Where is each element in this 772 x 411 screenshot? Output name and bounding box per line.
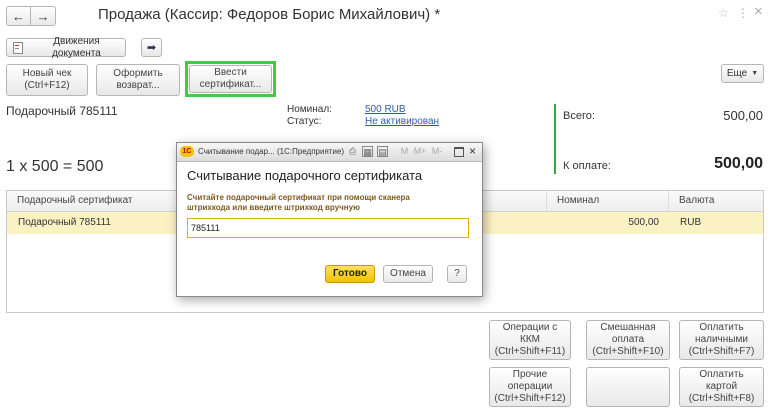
enter-certificate-label-2: сертификат... [199, 79, 262, 90]
row-nominal-cell: 500,00 [628, 217, 659, 228]
status-label: Статус: [287, 116, 322, 127]
make-return-label: Оформить [113, 68, 163, 79]
cancel-label: Отмена [390, 268, 426, 279]
help-label: ? [454, 268, 460, 279]
dialog-heading: Считывание подарочного сертификата [187, 168, 423, 183]
app-logo-icon: 1С [180, 146, 194, 157]
make-return-label-2: возврат... [116, 80, 160, 91]
memory-minus-icon[interactable]: M- [430, 146, 444, 157]
print-icon[interactable]: ⎙ [347, 146, 358, 157]
totals-divider [554, 104, 556, 174]
table-icon[interactable]: ▦ [362, 146, 373, 157]
maximize-icon[interactable] [453, 146, 464, 157]
document-icon [13, 41, 23, 54]
new-check-label: Новый чек [22, 68, 72, 79]
nominal-value-link[interactable]: 500 RUB [365, 104, 406, 115]
calendar-icon[interactable]: ▤ [377, 146, 388, 157]
enter-certificate-button[interactable]: Ввести сертификат... [189, 65, 272, 93]
back-button[interactable]: ← [6, 6, 31, 26]
ok-label: Готово [332, 268, 368, 279]
to-pay-value: 500,00 [714, 155, 763, 172]
pay-cash-shortcut: (Ctrl+Shift+F7) [688, 346, 755, 357]
post-document-button[interactable]: ➡ [141, 38, 162, 57]
total-label: Всего: [563, 110, 595, 122]
mixed-payment-shortcut: (Ctrl+Shift+F10) [592, 346, 664, 357]
forward-arrow-icon: → [36, 8, 50, 24]
kkm-operations-label: Операции с [502, 322, 558, 333]
more-label: Еще [726, 67, 748, 79]
pay-card-label: Оплатить [699, 369, 744, 380]
barcode-input[interactable]: 785111 [187, 218, 469, 238]
favorite-star-icon[interactable]: ☆ [718, 6, 729, 20]
other-operations-shortcut: (Ctrl+Shift+F12) [494, 393, 566, 404]
back-arrow-icon: ← [12, 8, 25, 24]
pay-cash-label: Оплатить [699, 322, 744, 333]
mixed-payment-label: Смешанная [600, 322, 656, 333]
item-calc: 1 x 500 = 500 [6, 158, 104, 175]
more-menu-icon[interactable]: ⋮ [737, 6, 749, 20]
dialog-hint-line-2: штрихкода или введите штрихкод вручную [187, 203, 360, 212]
dialog-close-icon[interactable]: × [467, 145, 478, 157]
other-operations-label: Прочие [512, 369, 548, 380]
close-icon[interactable]: × [754, 3, 763, 20]
row-currency-cell: RUB [680, 217, 702, 228]
document-movements-label: Движения документа [52, 35, 101, 59]
pay-cash-button[interactable]: Оплатить наличными (Ctrl+Shift+F7) [679, 320, 764, 360]
column-header-nominal[interactable]: Номинал [547, 190, 669, 212]
total-value: 500,00 [723, 108, 763, 123]
certificate-scan-dialog: 1С Считывание подар... (1С:Предприятие) … [176, 142, 483, 297]
more-button[interactable]: Еще ▼ [721, 64, 764, 83]
new-check-button[interactable]: Новый чек (Ctrl+F12) [6, 64, 88, 96]
memory-plus-icon[interactable]: M+ [413, 146, 427, 157]
document-movements-button[interactable]: Движения документа [6, 35, 126, 59]
column-header-currency[interactable]: Валюта [669, 190, 763, 212]
dialog-hint-line-1: Считайте подарочный сертификат при помощ… [187, 193, 410, 202]
window-title: Продажа (Кассир: Федоров Борис Михайлови… [98, 6, 441, 23]
dialog-titlebar: 1С Считывание подар... (1С:Предприятие) … [177, 143, 482, 162]
to-pay-label: К оплате: [563, 160, 611, 172]
status-value-link[interactable]: Не активирован [365, 116, 439, 127]
item-name: Подарочный 785111 [6, 104, 118, 118]
make-return-button[interactable]: Оформить возврат... [96, 64, 180, 96]
other-operations-label-2: операции [507, 381, 553, 392]
pay-cash-label-2: наличными [695, 334, 748, 345]
mixed-payment-button[interactable]: Смешанная оплата (Ctrl+Shift+F10) [586, 320, 670, 360]
kkm-operations-button[interactable]: Операции с ККМ (Ctrl+Shift+F11) [489, 320, 571, 360]
other-operations-button[interactable]: Прочие операции (Ctrl+Shift+F12) [489, 367, 571, 407]
kkm-operations-shortcut: (Ctrl+Shift+F11) [494, 346, 566, 357]
ok-button[interactable]: Готово [325, 265, 375, 283]
pay-card-label-2: картой [705, 381, 738, 392]
kkm-operations-label-2: ККМ [520, 334, 540, 345]
memory-icon[interactable]: M [399, 146, 410, 157]
chevron-down-icon: ▼ [751, 69, 759, 77]
dialog-title: Считывание подар... (1С:Предприятие) [198, 147, 345, 156]
pay-card-button[interactable]: Оплатить картой (Ctrl+Shift+F8) [679, 367, 764, 407]
mixed-payment-label-2: оплата [611, 334, 645, 345]
new-check-shortcut: (Ctrl+F12) [24, 80, 70, 91]
enter-certificate-label: Ввести [214, 67, 247, 78]
help-button[interactable]: ? [447, 265, 467, 283]
forward-button[interactable]: → [31, 6, 56, 26]
pay-card-shortcut: (Ctrl+Shift+F8) [688, 393, 755, 404]
nominal-label: Номинал: [287, 104, 332, 115]
cancel-button[interactable]: Отмена [383, 265, 433, 283]
post-arrow-icon: ➡ [146, 41, 157, 54]
barcode-input-value: 785111 [191, 223, 220, 233]
empty-action-button[interactable] [586, 367, 670, 407]
